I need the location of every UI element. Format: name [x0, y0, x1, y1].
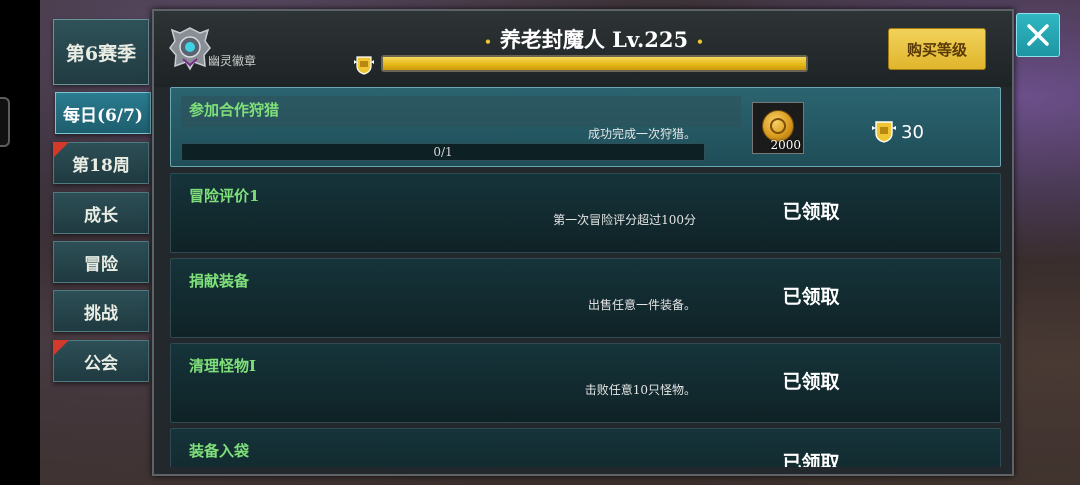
claimed-status: 已领取: [782, 201, 840, 223]
close-button[interactable]: [1016, 13, 1060, 57]
season-pass-panel: 幽灵徽章 • 养老封魔人 Lv.225 • 购买等级 参加合作狩猎 成功完成一次狩猎…: [152, 9, 1014, 476]
task-row[interactable]: 捐献装备 出售任意一件装备。 已领取: [170, 258, 1001, 338]
tab-label: 成长: [84, 205, 118, 226]
task-row[interactable]: 参加合作狩猎 成功完成一次狩猎。 0/1 2000 30: [170, 87, 1001, 167]
claimed-status: 已领取: [782, 286, 840, 308]
tab-label: 挑战: [84, 303, 118, 324]
camera-notch: [0, 97, 10, 147]
reward-count: 2000: [770, 138, 801, 152]
tab-guild[interactable]: 公会: [53, 340, 149, 382]
task-title: 装备入袋: [189, 442, 250, 460]
task-row[interactable]: 清理怪物Ⅰ 击败任意10只怪物。 已领取: [170, 343, 1001, 423]
claimed-status: 已领取: [782, 371, 840, 393]
task-description: 成功完成一次狩猎。: [587, 127, 696, 141]
player-title: • 养老封魔人 Lv.225 •: [294, 24, 894, 54]
player-name-level: 养老封魔人 Lv.225: [499, 27, 689, 52]
task-description: 击败任意10只怪物。: [584, 383, 696, 397]
tab-challenge[interactable]: 挑战: [53, 290, 149, 332]
tab-adventure[interactable]: 冒险: [53, 241, 149, 283]
close-icon: [1027, 24, 1049, 46]
tab-growth[interactable]: 成长: [53, 192, 149, 234]
task-row[interactable]: 冒险评价1 第一次冒险评分超过100分 已领取: [170, 173, 1001, 253]
level-progress-fill: [383, 57, 806, 70]
xp-reward: 30: [871, 119, 924, 145]
xp-reward-value: 30: [901, 121, 924, 143]
task-title: 捐献装备: [189, 272, 250, 290]
claimed-status: 已领取: [782, 452, 840, 467]
level-progress-bar: [381, 55, 808, 72]
task-progress-bar: 0/1: [181, 143, 705, 161]
new-flag-icon: [53, 142, 69, 158]
task-description: 第一次冒险评分超过100分: [553, 213, 696, 227]
new-flag-icon: [53, 340, 69, 356]
pass-xp-icon: [872, 121, 896, 143]
pass-xp-icon: [354, 56, 374, 75]
season-tab[interactable]: 第6赛季: [53, 19, 149, 85]
badge-name: 幽灵徽章: [208, 54, 257, 68]
task-list[interactable]: 参加合作狩猎 成功完成一次狩猎。 0/1 2000 30 冒险评价1 第一次冒险: [170, 87, 1001, 467]
buy-level-button[interactable]: 购买等级: [888, 28, 986, 70]
panel-header: 幽灵徽章 • 养老封魔人 Lv.225 • 购买等级: [154, 11, 1012, 87]
task-progress-text: 0/1: [433, 145, 453, 159]
tab-label: 每日(6/7): [63, 105, 143, 126]
task-title: 清理怪物Ⅰ: [189, 357, 257, 375]
task-title: 参加合作狩猎: [189, 101, 280, 119]
task-title: 冒险评价1: [189, 187, 260, 205]
reward-item[interactable]: 2000: [752, 102, 804, 154]
tab-week-18[interactable]: 第18周: [53, 142, 149, 184]
screen-edge: [0, 0, 40, 485]
task-row[interactable]: 装备入袋 已领取: [170, 428, 1001, 467]
tab-label: 公会: [84, 353, 118, 374]
tab-daily[interactable]: 每日(6/7): [55, 92, 151, 134]
task-description: 出售任意一件装备。: [587, 298, 696, 312]
title-ornament-icon: •: [484, 34, 492, 49]
tab-label: 冒险: [84, 254, 118, 275]
title-ornament-icon: •: [696, 34, 704, 49]
ghost-badge-icon: [169, 27, 211, 71]
tab-label: 第18周: [72, 155, 130, 176]
